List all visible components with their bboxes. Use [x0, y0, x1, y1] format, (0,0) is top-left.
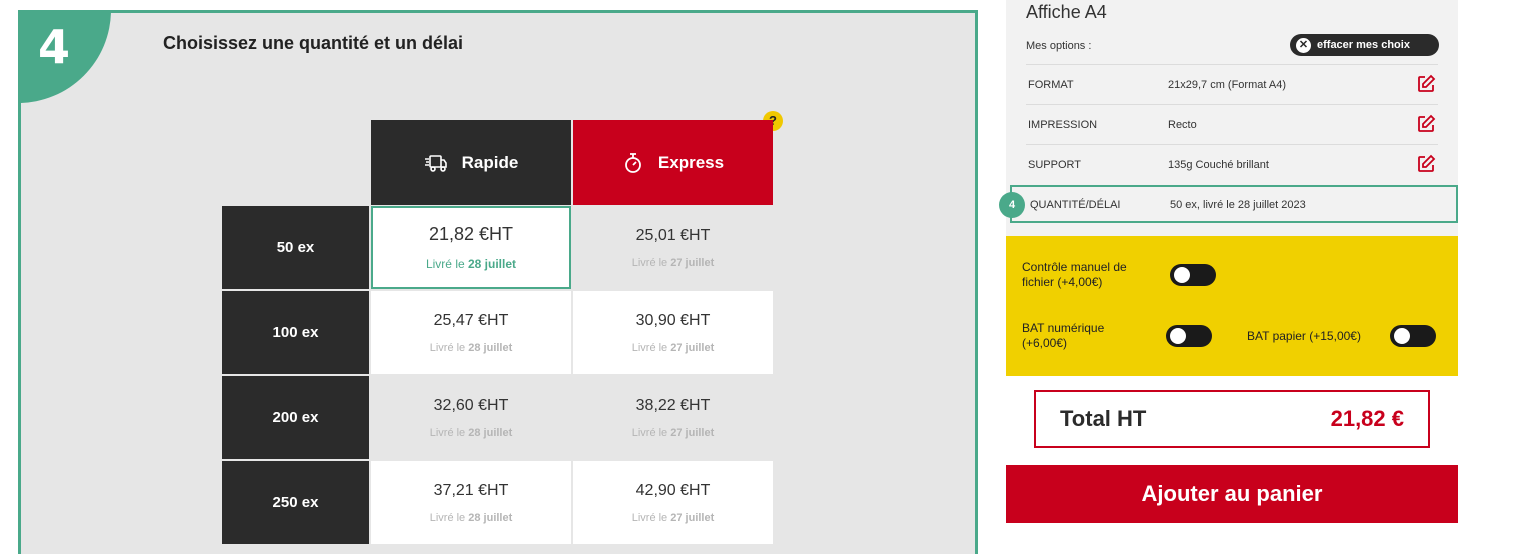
step-dot: 4 [999, 192, 1025, 218]
bat-paper-toggle[interactable] [1390, 325, 1436, 347]
manual-check-label: Contrôle manuel de fichier (+4,00€) [1022, 260, 1127, 289]
row-header-qty: 50 ex [222, 206, 369, 289]
edit-icon[interactable] [1416, 114, 1436, 134]
total-box: Total HT 21,82 € [1034, 390, 1430, 448]
row-header-qty: 200 ex [222, 376, 369, 459]
option-row-support: SUPPORT 135g Couché brillant [1026, 144, 1438, 184]
total-value: 21,82 € [1330, 406, 1404, 431]
option-row-quantity-delay: 4 QUANTITÉ/DÉLAI 50 ex, livré le 28 juil… [999, 185, 1458, 223]
options-label: Mes options : [1026, 40, 1092, 52]
price-cell-express-250[interactable]: 42,90 €HT Livré le 27 juillet [573, 461, 773, 544]
price-cell-express-50[interactable]: 25,01 €HT Livré le 27 juillet [573, 206, 773, 289]
bat-numeric-label: BAT numérique (+6,00€) [1022, 321, 1105, 350]
bat-numeric-toggle[interactable] [1166, 325, 1212, 347]
step-4-panel: 4 Choisissez une quantité et un délai ? … [18, 10, 978, 554]
edit-icon[interactable] [1416, 74, 1436, 94]
manual-check-toggle[interactable] [1170, 264, 1216, 286]
price-cell-rapide-250[interactable]: 37,21 €HT Livré le 28 juillet [371, 461, 571, 544]
total-label: Total HT [1060, 406, 1147, 431]
bat-paper-label: BAT papier (+15,00€) [1247, 329, 1361, 343]
price-cell-express-100[interactable]: 30,90 €HT Livré le 27 juillet [573, 291, 773, 374]
step-number-badge: 4 [21, 13, 111, 103]
column-header-express: Express [573, 120, 773, 205]
price-cell-rapide-50[interactable]: 21,82 €HT Livré le 28 juillet [371, 206, 571, 289]
price-cell-rapide-100[interactable]: 25,47 €HT Livré le 28 juillet [371, 291, 571, 374]
product-title: Affiche A4 [1026, 2, 1107, 22]
clear-choices-button[interactable]: ✕ effacer mes choix [1290, 34, 1439, 56]
edit-icon[interactable] [1416, 154, 1436, 174]
column-header-rapide: Rapide [371, 120, 571, 205]
order-summary: Affiche A4 Mes options : ✕ effacer mes c… [999, 0, 1458, 544]
price-cell-express-200[interactable]: 38,22 €HT Livré le 27 juillet [573, 376, 773, 459]
stopwatch-icon [625, 152, 641, 173]
extras-panel: Contrôle manuel de fichier (+4,00€) BAT … [1006, 236, 1458, 376]
option-row-impression: IMPRESSION Recto [1026, 104, 1438, 144]
add-to-cart-button[interactable]: Ajouter au panier [1006, 465, 1458, 523]
row-header-qty: 250 ex [222, 461, 369, 544]
truck-icon [424, 154, 447, 172]
close-icon: ✕ [1296, 37, 1311, 53]
row-header-qty: 100 ex [222, 291, 369, 374]
option-row-format: FORMAT 21x29,7 cm (Format A4) [1026, 64, 1438, 104]
price-cell-rapide-200[interactable]: 32,60 €HT Livré le 28 juillet [371, 376, 571, 459]
summary-options-panel: Affiche A4 Mes options : ✕ effacer mes c… [999, 0, 1458, 236]
step-title: Choisissez une quantité et un délai [163, 33, 464, 53]
